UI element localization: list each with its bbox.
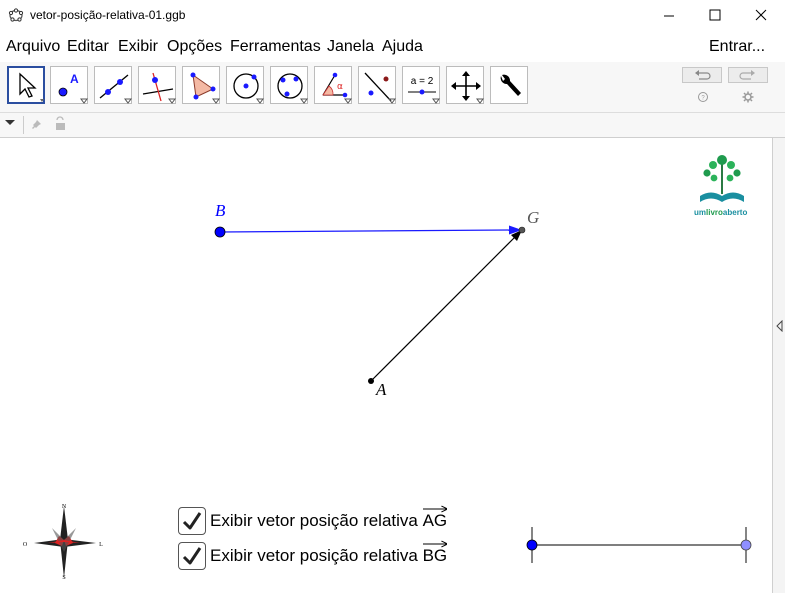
tool-perpendicular[interactable] (138, 66, 176, 104)
svg-text:A: A (70, 72, 79, 86)
angle-icon: α (322, 72, 352, 104)
vector-arrow-icon (422, 505, 448, 513)
menu-janela[interactable]: Janela (327, 38, 374, 56)
vector-bg[interactable] (219, 229, 515, 233)
vector-arrow-icon (422, 540, 448, 548)
undo-button[interactable] (682, 67, 722, 83)
tool-reflect[interactable] (358, 66, 396, 104)
logo-text-aberto: aberto (723, 208, 748, 217)
unlock-icon[interactable] (54, 116, 68, 131)
stylebar-divider (23, 116, 24, 134)
menu-ferramentas[interactable]: Ferramentas (230, 38, 321, 56)
logo-text-livro: livro (706, 208, 723, 217)
redo-icon (739, 70, 755, 80)
slider-end-point[interactable] (740, 539, 752, 551)
style-bar (0, 113, 785, 138)
compass-rose-icon: N S O L (23, 504, 103, 581)
gear-icon[interactable] (741, 90, 755, 104)
checkbox-bg[interactable] (178, 542, 206, 570)
menu-opcoes[interactable]: Opções (167, 38, 222, 56)
tool-line[interactable] (94, 66, 132, 104)
close-button[interactable] (738, 0, 784, 32)
title-bar: vetor-posição-relativa-01.ggb (0, 0, 785, 32)
undo-icon (695, 70, 711, 80)
checkmark-icon (182, 547, 202, 565)
reflect-icon (364, 72, 396, 104)
svg-text:?: ? (701, 96, 705, 102)
point-b[interactable] (214, 226, 226, 238)
tool-move-view[interactable] (446, 66, 484, 104)
close-icon (755, 9, 767, 21)
pin-icon[interactable] (31, 117, 45, 131)
point-icon: A (58, 72, 88, 104)
circle-three-points-icon (277, 73, 308, 104)
checkbox-bg-label: Exibir vetor posição relativa BG (210, 540, 448, 566)
move-view-icon (451, 71, 484, 104)
toolbar: A α a = 2 ? (0, 62, 785, 113)
graphics-view[interactable]: B G A umlivroaberto N S O L Exibir vetor… (0, 138, 772, 593)
chevron-left-icon (776, 320, 783, 332)
geogebra-app-icon (8, 8, 24, 22)
tool-point[interactable]: A (50, 66, 88, 104)
svg-text:umlivroaberto: umlivroaberto (694, 208, 747, 217)
menu-arquivo[interactable]: Arquivo (6, 38, 60, 56)
slider-tool-icon: a = 2 (408, 76, 440, 104)
menu-exibir[interactable]: Exibir (118, 38, 158, 56)
label-b: B (215, 201, 226, 220)
polygon-icon (190, 72, 220, 104)
tool-angle[interactable]: α (314, 66, 352, 104)
compass-west: O (23, 542, 28, 548)
side-panel-toggle[interactable] (772, 138, 785, 593)
tool-polygon[interactable] (182, 66, 220, 104)
checkbox-bg-vector: BG (422, 546, 448, 565)
minimize-icon (664, 15, 674, 17)
menu-bar: Arquivo Editar Exibir Opções Ferramentas… (0, 36, 785, 58)
compass-north: N (62, 504, 67, 510)
tool-settings[interactable] (490, 66, 528, 104)
svg-text:α: α (337, 82, 343, 92)
circle-center-icon (233, 73, 264, 104)
slider[interactable] (526, 527, 752, 563)
minimize-button[interactable] (646, 0, 692, 32)
maximize-icon (709, 9, 721, 21)
maximize-button[interactable] (692, 0, 738, 32)
um-livro-aberto-logo: umlivroaberto (694, 155, 747, 217)
triangle-down-icon[interactable] (4, 118, 16, 128)
checkmark-icon (182, 512, 202, 530)
logo-text-um: um (694, 208, 706, 217)
point-g[interactable] (518, 226, 526, 234)
redo-button[interactable] (728, 67, 768, 83)
pointer-arrow-icon (19, 72, 44, 102)
wrench-icon (500, 74, 521, 96)
tool-circle-center[interactable] (226, 66, 264, 104)
sign-in-link[interactable]: Entrar... (709, 38, 765, 56)
tool-circle-three-points[interactable] (270, 66, 308, 104)
checkbox-ag-vector: AG (422, 511, 448, 530)
help-icon[interactable]: ? (696, 90, 710, 104)
compass-south: S (62, 575, 65, 581)
tool-move[interactable] (7, 66, 45, 104)
vector-ag[interactable] (370, 236, 516, 382)
menu-editar[interactable]: Editar (67, 38, 109, 56)
slider-tool-label: a = 2 (411, 76, 434, 87)
label-a: A (375, 380, 387, 399)
line-icon (99, 74, 132, 104)
tool-slider[interactable]: a = 2 (402, 66, 440, 104)
checkbox-ag[interactable] (178, 507, 206, 535)
menu-ajuda[interactable]: Ajuda (382, 38, 423, 56)
slider-handle[interactable] (526, 539, 538, 551)
window-title: vetor-posição-relativa-01.ggb (30, 8, 186, 22)
point-a[interactable] (368, 378, 374, 384)
compass-east: L (99, 542, 103, 548)
checkbox-ag-label: Exibir vetor posição relativa AG (210, 505, 448, 531)
label-g: G (527, 208, 539, 227)
perpendicular-icon (142, 72, 176, 104)
